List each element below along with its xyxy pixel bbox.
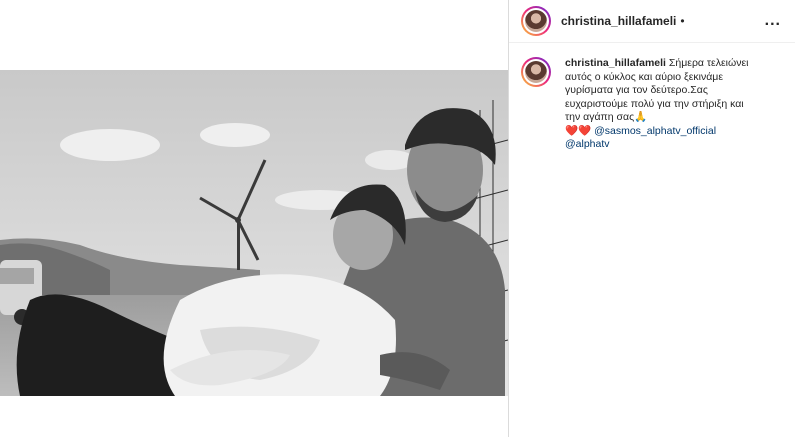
header-separator: • (680, 14, 685, 28)
post-sidebar: christina_hillafameli • ... christina_hi… (508, 0, 795, 437)
post-photo[interactable] (0, 70, 508, 396)
more-options-icon[interactable]: ... (765, 12, 781, 30)
avatar[interactable] (521, 6, 551, 36)
post-media (0, 0, 508, 437)
post-caption: christina_hillafameli Σήμερα τελειώνει α… (509, 43, 795, 152)
heart-emojis: ❤️❤️ (565, 124, 592, 137)
caption-text: christina_hillafameli Σήμερα τελειώνει α… (565, 57, 750, 152)
caption-username[interactable]: christina_hillafameli (565, 57, 666, 69)
caption-avatar[interactable] (521, 57, 551, 87)
profile-picture (525, 10, 547, 32)
caption-profile-picture (525, 61, 547, 83)
mention-alphatv[interactable]: @alphatv (565, 138, 750, 152)
black-and-white-photo (0, 70, 508, 396)
header-username[interactable]: christina_hillafameli (561, 14, 676, 28)
post-header: christina_hillafameli • ... (509, 0, 795, 43)
mention-sasmos[interactable]: @sasmos_alphatv_official (594, 125, 716, 137)
instagram-post: christina_hillafameli • ... christina_hi… (0, 0, 795, 437)
